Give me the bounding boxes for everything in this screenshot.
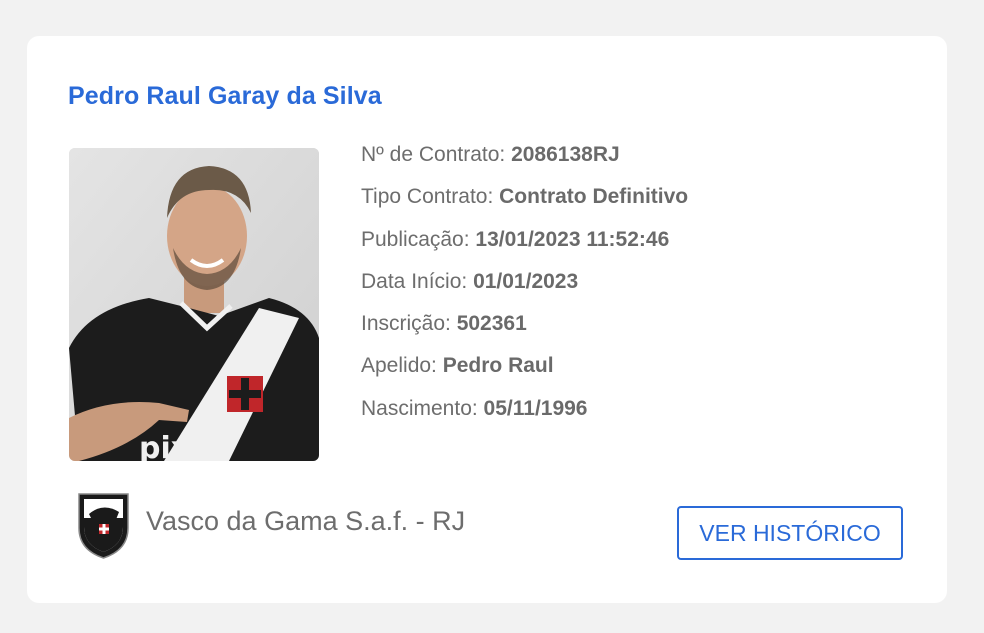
detail-contract-number: Nº de Contrato: 2086138RJ — [361, 143, 620, 166]
detail-contract-type: Tipo Contrato: Contrato Definitivo — [361, 185, 689, 209]
detail-publication: Publicação: 13/01/2023 11:52:46 — [361, 227, 670, 251]
view-history-button[interactable]: VER HISTÓRICO — [677, 506, 903, 560]
player-name[interactable]: Pedro Raul Garay da Silva — [68, 82, 382, 111]
player-photo: pixbe — [69, 148, 319, 461]
detail-birth: Nascimento: 05/11/1996 — [361, 396, 588, 420]
detail-registration: Inscrição: 502361 — [361, 312, 527, 336]
detail-start-date: Data Início: 01/01/2023 — [361, 269, 579, 293]
vasco-crest-icon — [78, 493, 129, 559]
svg-text:pixbe: pixbe — [139, 431, 232, 461]
detail-nickname: Apelido: Pedro Raul — [361, 354, 554, 378]
club-name: Vasco da Gama S.a.f. - RJ — [146, 505, 466, 536]
club-info: Vasco da Gama S.a.f. - RJ — [75, 488, 465, 560]
player-card: Pedro Raul Garay da Silva pixbe Nº de Co… — [27, 36, 947, 603]
contract-details: Nº de Contrato: 2086138RJ Tipo Contrato:… — [361, 139, 688, 435]
